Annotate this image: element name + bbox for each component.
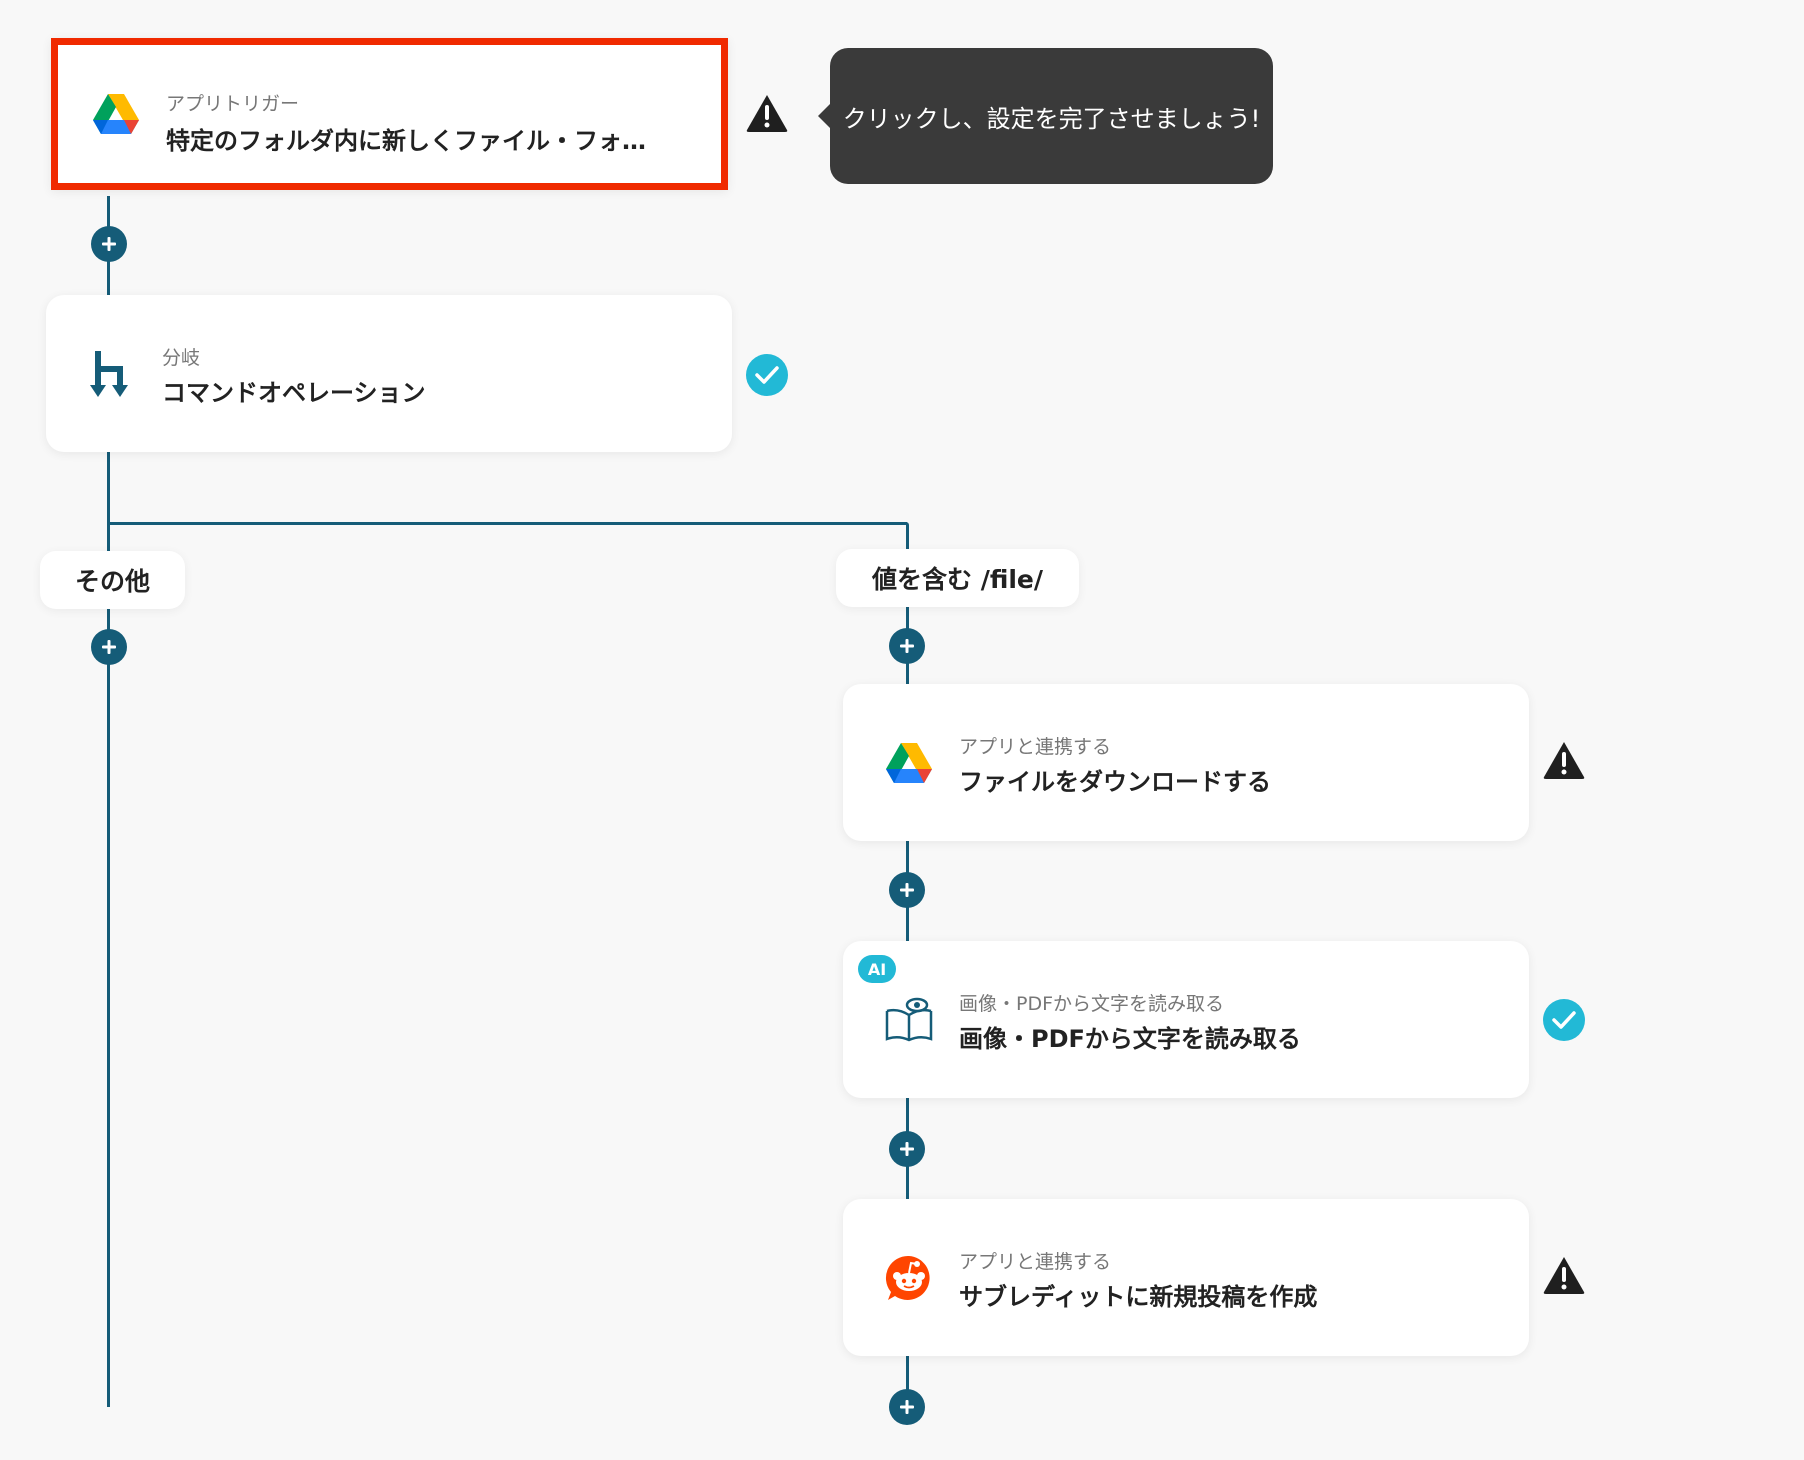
add-step-button[interactable] — [91, 629, 127, 665]
step-title: サブレディットに新規投稿を作成 — [959, 1283, 1318, 1311]
check-icon — [744, 352, 790, 398]
step-title: 特定のフォルダ内に新しくファイル・フォ… — [166, 127, 646, 155]
reddit-icon — [881, 1250, 937, 1306]
reddit-post-card[interactable]: アプリと連携する サブレディットに新規投稿を作成 — [843, 1199, 1529, 1356]
warning-icon — [1541, 1252, 1587, 1298]
add-step-button[interactable] — [889, 628, 925, 664]
google-drive-icon — [881, 735, 937, 791]
branch-card[interactable]: 分岐 コマンドオペレーション — [46, 295, 732, 452]
plus-icon — [900, 639, 914, 653]
branch-label-contains[interactable]: 値を含む /file/ — [836, 549, 1079, 607]
ocr-card[interactable]: 画像・PDFから文字を読み取る 画像・PDFから文字を読み取る — [843, 941, 1529, 1098]
warning-icon — [1541, 737, 1587, 783]
step-title: ファイルをダウンロードする — [959, 768, 1271, 796]
check-icon — [1541, 997, 1587, 1043]
add-step-button[interactable] — [889, 1389, 925, 1425]
download-file-card[interactable]: アプリと連携する ファイルをダウンロードする — [843, 684, 1529, 841]
tooltip: クリックし、設定を完了させましょう! — [818, 48, 1273, 184]
google-drive-icon — [88, 86, 144, 142]
connector-line — [107, 522, 907, 525]
step-title: 画像・PDFから文字を読み取る — [959, 1025, 1301, 1053]
step-subtitle: アプリトリガー — [166, 93, 300, 115]
step-subtitle: 分岐 — [162, 347, 201, 369]
add-step-button[interactable] — [91, 226, 127, 262]
trigger-card[interactable]: アプリトリガー 特定のフォルダ内に新しくファイル・フォ… — [51, 38, 728, 190]
step-subtitle: 画像・PDFから文字を読み取る — [959, 993, 1225, 1015]
warning-icon — [744, 90, 790, 136]
step-subtitle: アプリと連携する — [959, 736, 1112, 758]
ai-badge: AI — [858, 955, 896, 983]
add-step-button[interactable] — [889, 872, 925, 908]
add-step-button[interactable] — [889, 1131, 925, 1167]
branch-label-other[interactable]: その他 — [40, 551, 185, 609]
step-title: コマンドオペレーション — [162, 379, 426, 407]
connector-line — [906, 522, 909, 552]
plus-icon — [102, 640, 116, 654]
step-subtitle: アプリと連携する — [959, 1251, 1112, 1273]
plus-icon — [102, 237, 116, 251]
plus-icon — [900, 1400, 914, 1414]
tooltip-text: クリックし、設定を完了させましょう! — [842, 104, 1261, 133]
plus-icon — [900, 883, 914, 897]
branch-icon — [84, 346, 140, 402]
plus-icon — [900, 1142, 914, 1156]
ocr-book-icon — [881, 992, 937, 1048]
